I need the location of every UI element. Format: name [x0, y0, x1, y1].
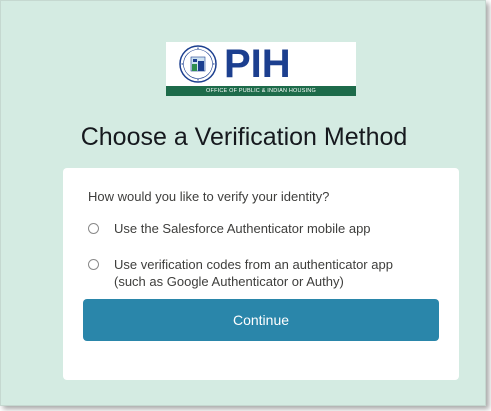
continue-button[interactable]: Continue — [83, 299, 439, 341]
option-salesforce-authenticator[interactable]: Use the Salesforce Authenticator mobile … — [88, 220, 428, 240]
logo-wordmark: PIH — [224, 42, 291, 86]
page-title: Choose a Verification Method — [80, 123, 408, 151]
verification-prompt: How would you like to verify your identi… — [88, 189, 330, 204]
option-authenticator-app-codes[interactable]: Use verification codes from an authentic… — [88, 256, 433, 294]
radio-salesforce-authenticator[interactable] — [88, 223, 99, 234]
hud-seal-icon — [179, 45, 217, 83]
pih-logo: PIH OFFICE OF PUBLIC & INDIAN HOUSING — [166, 42, 356, 96]
option-salesforce-authenticator-label: Use the Salesforce Authenticator mobile … — [114, 221, 371, 236]
page-frame: PIH OFFICE OF PUBLIC & INDIAN HOUSING Ch… — [0, 0, 486, 406]
option-authenticator-app-codes-label: Use verification codes from an authentic… — [114, 256, 393, 290]
option-authenticator-app-codes-line2: (such as Google Authenticator or Authy) — [114, 274, 344, 289]
radio-authenticator-app-codes[interactable] — [88, 259, 99, 270]
option-authenticator-app-codes-line1: Use verification codes from an authentic… — [114, 257, 393, 272]
logo-tagline: OFFICE OF PUBLIC & INDIAN HOUSING — [166, 86, 356, 96]
verification-card: How would you like to verify your identi… — [63, 168, 459, 380]
